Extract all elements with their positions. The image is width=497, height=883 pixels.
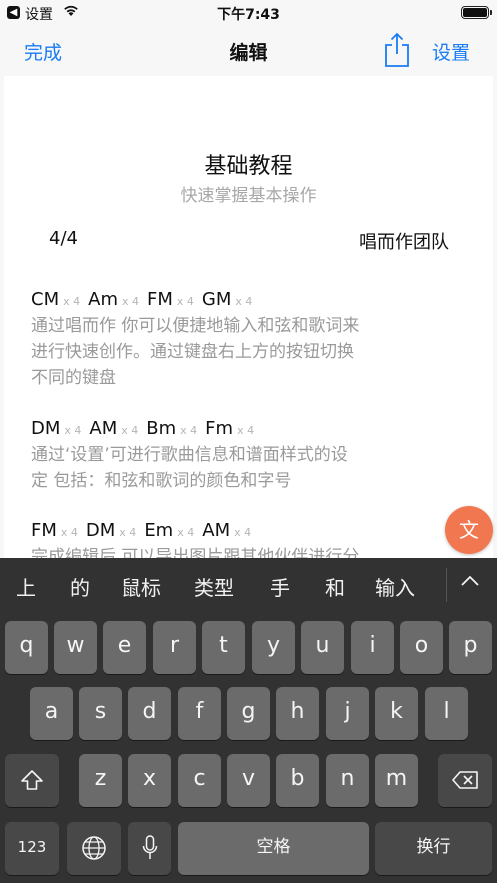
candidate-word[interactable]: 类型 xyxy=(194,572,234,601)
key-u[interactable]: u xyxy=(301,621,344,674)
lyric-line[interactable]: 不同的键盘 xyxy=(31,365,461,391)
repeat-count: x 4 xyxy=(177,526,195,539)
battery-icon xyxy=(461,6,492,19)
chevron-up-icon[interactable] xyxy=(460,568,480,594)
key-m[interactable]: m xyxy=(375,754,418,807)
chord[interactable]: AM xyxy=(89,416,117,442)
key-y[interactable]: y xyxy=(252,621,295,674)
key-w[interactable]: w xyxy=(54,621,97,674)
chord[interactable]: DM xyxy=(86,518,115,544)
key-l[interactable]: l xyxy=(425,687,468,740)
globe-key[interactable] xyxy=(67,822,121,875)
candidate-bar: 上 的 鼠标 类型 手 和 输入 xyxy=(0,558,497,610)
key-h[interactable]: h xyxy=(276,687,319,740)
candidate-word[interactable]: 输入 xyxy=(375,572,415,601)
backspace-key[interactable] xyxy=(438,754,492,807)
song-title[interactable]: 基础教程 xyxy=(4,148,493,180)
candidate-divider xyxy=(446,568,447,602)
chord[interactable]: FM xyxy=(31,518,57,544)
key-e[interactable]: e xyxy=(103,621,146,674)
keyboard-switch-button[interactable]: 文 xyxy=(445,506,493,554)
key-d[interactable]: d xyxy=(128,687,171,740)
chord-section[interactable]: CM x 4 Am x 4 FM x 4 GM x 4 通过唱而作 你可以便捷地输入和弦和歌词… xyxy=(31,287,461,391)
chord-line[interactable]: FM x 4 DM x 4 Em x 4 AM x 4 xyxy=(31,518,461,544)
status-bar: ◀ 设置 下午7:43 xyxy=(0,0,497,26)
repeat-count: x 4 xyxy=(234,526,252,539)
candidate-word[interactable]: 手 xyxy=(270,572,290,601)
chord-line[interactable]: CM x 4 Am x 4 FM x 4 GM x 4 xyxy=(31,287,461,313)
key-g[interactable]: g xyxy=(227,687,270,740)
dictation-key[interactable] xyxy=(128,822,171,875)
song-sheet[interactable]: 基础教程 快速掌握基本操作 4/4 唱而作团队 CM x 4 Am x 4 FM x 4G… xyxy=(4,76,493,566)
numbers-key[interactable]: 123 xyxy=(5,822,59,875)
key-v[interactable]: v xyxy=(227,754,270,807)
lyric-line[interactable]: 进行快速创作。通过键盘右上方的按钮切换 xyxy=(31,339,461,365)
return-key[interactable]: 换行 xyxy=(375,822,492,875)
repeat-count: x 4 xyxy=(237,424,255,437)
repeat-count: x 4 xyxy=(121,295,139,308)
lyric-line[interactable]: 通过唱而作 你可以便捷地输入和弦和歌词来 xyxy=(31,313,461,339)
candidate-word[interactable]: 鼠标 xyxy=(121,572,161,601)
clock: 下午7:43 xyxy=(217,7,280,23)
key-r[interactable]: r xyxy=(153,621,196,674)
space-key[interactable]: 空格 xyxy=(178,822,369,875)
repeat-count: x 4 xyxy=(176,295,194,308)
key-x[interactable]: x xyxy=(128,754,171,807)
repeat-count: x 4 xyxy=(235,295,253,308)
shift-key[interactable] xyxy=(5,754,59,807)
chord[interactable]: CM xyxy=(31,287,59,313)
candidate-word[interactable]: 的 xyxy=(70,572,90,601)
chord[interactable]: Bm xyxy=(146,416,176,442)
page-number: 4/4 xyxy=(49,228,78,249)
chord[interactable]: Am xyxy=(88,287,118,313)
key-s[interactable]: s xyxy=(79,687,122,740)
navigation-bar: 完成 编辑 设置 xyxy=(0,26,497,76)
share-icon[interactable] xyxy=(384,32,410,68)
keyboard: 上 的 鼠标 类型 手 和 输入 q w e r t y u i o p a s… xyxy=(0,558,497,883)
page-title: 编辑 xyxy=(229,42,268,64)
key-f[interactable]: f xyxy=(178,687,221,740)
key-o[interactable]: o xyxy=(400,621,443,674)
chord[interactable]: Fm xyxy=(205,416,233,442)
key-t[interactable]: t xyxy=(202,621,245,674)
candidate-word[interactable]: 和 xyxy=(325,572,345,601)
key-z[interactable]: z xyxy=(79,754,122,807)
key-n[interactable]: n xyxy=(326,754,369,807)
shift-icon xyxy=(21,770,43,790)
lyric-line[interactable]: 通过‘设置’可进行歌曲信息和谱面样式的设 xyxy=(31,442,461,468)
backspace-icon xyxy=(452,771,478,789)
globe-icon xyxy=(82,836,106,860)
chord-section[interactable]: DM x 4 AM x 4 Bm x 4 Fm x 4 通过‘设置’可进行歌曲信息和谱面样式的… xyxy=(31,416,461,494)
chord[interactable]: FM xyxy=(147,287,173,313)
key-k[interactable]: k xyxy=(375,687,418,740)
chord[interactable]: AM xyxy=(202,518,230,544)
chord[interactable]: Em xyxy=(144,518,173,544)
key-i[interactable]: i xyxy=(351,621,394,674)
chord-line[interactable]: DM x 4 AM x 4 Bm x 4 Fm x 4 xyxy=(31,416,461,442)
repeat-count: x 4 xyxy=(63,295,81,308)
key-c[interactable]: c xyxy=(178,754,221,807)
chord[interactable]: DM xyxy=(31,416,60,442)
repeat-count: x 4 xyxy=(60,526,78,539)
key-b[interactable]: b xyxy=(276,754,319,807)
key-a[interactable]: a xyxy=(30,687,73,740)
key-j[interactable]: j xyxy=(326,687,369,740)
key-p[interactable]: p xyxy=(449,621,492,674)
repeat-count: x 4 xyxy=(119,526,137,539)
lyric-line[interactable]: 定 包括：和弦和歌词的颜色和字号 xyxy=(31,468,461,494)
repeat-count: x 4 xyxy=(64,424,82,437)
author[interactable]: 唱而作团队 xyxy=(359,228,449,254)
repeat-count: x 4 xyxy=(180,424,198,437)
chord[interactable]: GM xyxy=(202,287,231,313)
repeat-count: x 4 xyxy=(121,424,139,437)
settings-button[interactable]: 设置 xyxy=(432,38,470,65)
candidate-word[interactable]: 上 xyxy=(16,572,36,601)
song-subtitle[interactable]: 快速掌握基本操作 xyxy=(4,181,493,206)
key-q[interactable]: q xyxy=(5,621,48,674)
microphone-icon xyxy=(142,835,157,859)
